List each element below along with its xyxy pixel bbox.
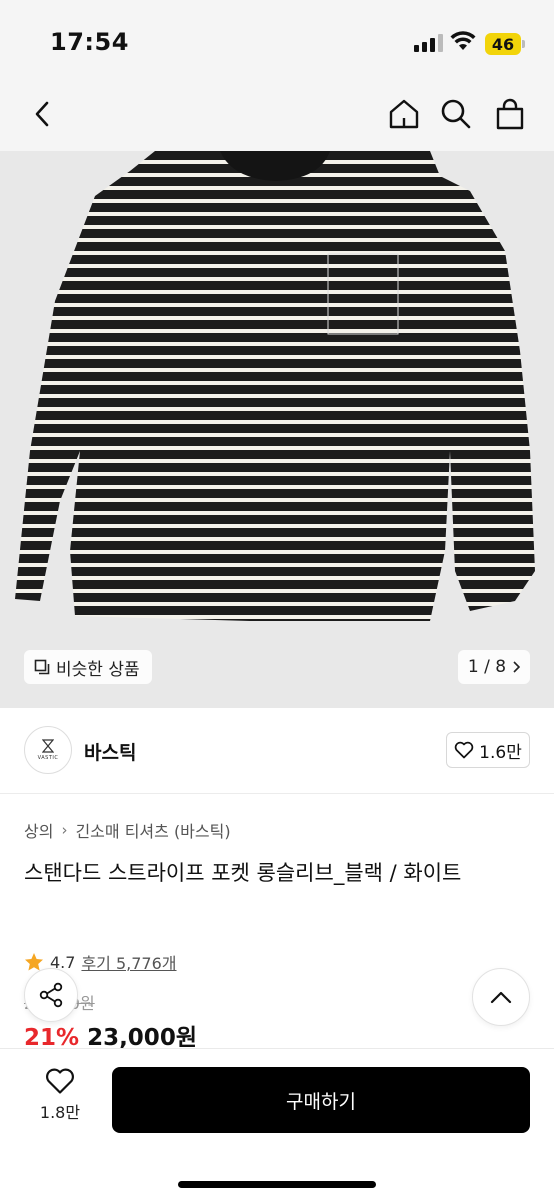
heart-icon	[454, 741, 474, 759]
image-counter-text: 1 / 8	[467, 657, 507, 677]
chevron-up-icon	[490, 991, 512, 1004]
wifi-icon	[450, 31, 476, 50]
nav-bar	[0, 86, 554, 151]
similar-products-icon	[34, 659, 50, 675]
battery-indicator: 46	[485, 33, 521, 55]
brand-name[interactable]: 바스틱	[84, 738, 136, 765]
heart-icon	[46, 1068, 74, 1094]
scroll-top-button[interactable]	[472, 968, 530, 1026]
bottom-action-bar: 1.8만 구매하기	[0, 1048, 554, 1200]
brand-like-button[interactable]: 1.6만	[446, 732, 530, 768]
chevron-right-icon: ›	[61, 821, 68, 839]
breadcrumb-category[interactable]: 상의	[24, 818, 53, 842]
wishlist-count: 1.8만	[39, 1103, 81, 1122]
brand-logo[interactable]: VASTIC	[24, 726, 72, 774]
wishlist-button[interactable]: 1.8만	[22, 1067, 98, 1131]
status-bar: 17:54 46	[0, 0, 554, 86]
breadcrumb-subcategory[interactable]: 긴소매 티셔츠 (바스틱)	[75, 818, 230, 842]
back-button[interactable]	[20, 92, 64, 136]
price-row: 21% 23,000원	[24, 1018, 197, 1052]
brand-logo-mark	[42, 739, 54, 753]
buy-button[interactable]: 구매하기	[112, 1067, 530, 1133]
cellular-signal-icon	[414, 34, 443, 52]
search-icon	[441, 99, 471, 129]
status-time: 17:54	[50, 28, 129, 56]
similar-products-label: 비슷한 상품	[56, 659, 140, 680]
back-icon	[35, 101, 49, 127]
image-counter[interactable]: 1 / 8	[458, 650, 530, 684]
home-button[interactable]	[382, 92, 426, 136]
home-icon	[389, 99, 419, 129]
share-icon	[39, 982, 63, 1008]
sale-price: 23,000원	[87, 1025, 197, 1051]
cart-button[interactable]	[488, 92, 532, 136]
brand-like-count: 1.6만	[479, 742, 522, 763]
chevron-right-icon	[513, 661, 521, 673]
share-button[interactable]	[24, 968, 78, 1022]
shopping-bag-icon	[496, 98, 524, 130]
brand-logo-text: VASTIC	[37, 755, 59, 761]
product-photo	[0, 151, 554, 708]
home-indicator	[178, 1181, 376, 1188]
brand-row: VASTIC 바스틱 1.6만	[0, 708, 554, 794]
search-button[interactable]	[434, 92, 478, 136]
similar-products-button[interactable]: 비슷한 상품	[24, 650, 152, 684]
breadcrumb: 상의 › 긴소매 티셔츠 (바스틱)	[24, 818, 231, 842]
review-link[interactable]: 후기 5,776개	[81, 950, 176, 974]
product-title: 스탠다드 스트라이프 포켓 롱슬리브_블랙 / 화이트	[24, 861, 462, 885]
battery-tip	[522, 40, 525, 48]
product-image-gallery[interactable]: 비슷한 상품 1 / 8	[0, 151, 554, 708]
